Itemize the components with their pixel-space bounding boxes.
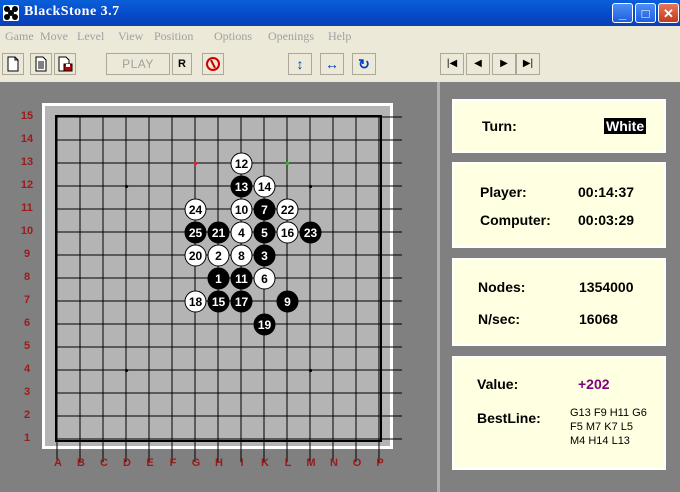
nsec-value: 16068 [579, 311, 618, 327]
row-label: 14 [20, 133, 34, 145]
row-label: 5 [23, 340, 31, 352]
column-label: N [330, 457, 338, 469]
last-move-marker [285, 161, 290, 166]
column-label: D [123, 457, 131, 469]
column-label: P [376, 457, 384, 469]
column-label: G [191, 457, 201, 469]
stone-number: 14 [258, 180, 272, 194]
row-label: 2 [23, 409, 31, 421]
star-point [308, 368, 313, 373]
last-move-marker [193, 161, 198, 166]
stone-number: 5 [261, 226, 268, 240]
stone-number: 11 [235, 272, 248, 286]
evaluation-panel: Value: +202 BestLine: G13 F9 H11 G6 F5 M… [452, 356, 666, 470]
column-label: C [100, 457, 108, 469]
stone-number: 16 [281, 226, 295, 240]
row-label: 7 [23, 294, 31, 306]
star-point [308, 184, 313, 189]
stone-number: 13 [235, 180, 249, 194]
bestline-label: BestLine: [477, 410, 541, 426]
player-time: 00:14:37 [578, 184, 635, 200]
star-point [124, 184, 129, 189]
row-label: 11 [21, 202, 33, 214]
row-label: 10 [20, 225, 34, 237]
nodes-value: 1354000 [579, 279, 634, 295]
column-label: L [284, 457, 292, 469]
time-panel: Player: 00:14:37 Computer: 00:03:29 [452, 162, 666, 248]
search-stats-panel: Nodes: 1354000 N/sec: 16068 [452, 258, 666, 346]
computer-time: 00:03:29 [578, 212, 635, 228]
row-label: 8 [23, 271, 31, 283]
star-point [124, 368, 129, 373]
column-label: B [77, 457, 85, 469]
stone-number: 6 [261, 272, 268, 286]
stone-number: 12 [235, 157, 249, 171]
stone-number: 1 [215, 272, 222, 286]
value-label: Value: [477, 376, 519, 392]
turn-label: Turn: [482, 118, 517, 134]
stone-number: 24 [189, 203, 203, 217]
row-label: 1 [23, 432, 31, 444]
column-label: E [146, 457, 154, 469]
row-label: 9 [23, 248, 31, 260]
stone-number: 19 [258, 318, 272, 332]
stone-number: 10 [235, 203, 249, 217]
row-label: 13 [20, 156, 34, 168]
stone-number: 7 [261, 203, 268, 217]
bestline-value: G13 F9 H11 G6 F5 M7 K7 L5 M4 H14 L13 [570, 407, 647, 447]
row-label: 6 [23, 317, 31, 329]
stone-number: 9 [284, 295, 291, 309]
row-label: 15 [20, 110, 34, 122]
stone-number: 21 [212, 226, 226, 240]
stone-number: 2 [215, 249, 222, 263]
column-label: I [240, 457, 244, 469]
turn-panel: Turn: White [452, 99, 666, 153]
column-label: O [352, 457, 362, 469]
stone-number: 8 [238, 249, 245, 263]
row-label: 3 [23, 386, 31, 398]
column-label: A [54, 457, 62, 469]
stone-number: 15 [212, 295, 226, 309]
stone-number: 17 [235, 295, 249, 309]
turn-value: White [604, 118, 647, 134]
stone-number: 23 [304, 226, 318, 240]
row-label: 4 [23, 363, 31, 375]
row-label: 12 [20, 179, 34, 191]
column-label: H [215, 457, 223, 469]
column-label: M [306, 457, 316, 469]
stone-number: 20 [189, 249, 203, 263]
stone-number: 25 [189, 226, 203, 240]
nsec-label: N/sec: [478, 311, 521, 327]
column-label: K [261, 457, 269, 469]
nodes-label: Nodes: [478, 279, 526, 295]
stone-number: 22 [281, 203, 295, 217]
stone-number: 3 [261, 249, 268, 263]
stone-number: 4 [238, 226, 245, 240]
computer-label: Computer: [480, 212, 551, 228]
player-label: Player: [480, 184, 527, 200]
column-label: F [169, 457, 177, 469]
value-value: +202 [578, 376, 610, 392]
stone-number: 18 [189, 295, 203, 309]
